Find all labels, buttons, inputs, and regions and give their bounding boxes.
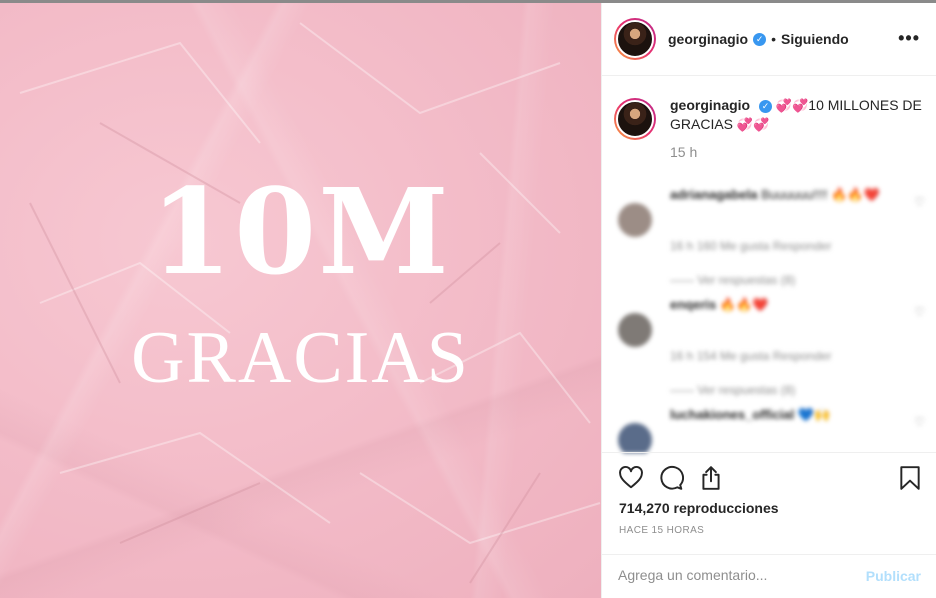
post-actions: 714,270 reproducciones HACE 15 HORAS Pub… [602, 452, 936, 598]
commenter-username[interactable]: luchakiones_official [670, 407, 794, 422]
comment-line: enqeris 🔥🔥❤️ [670, 297, 768, 313]
comment-like-icon[interactable]: ♡ [914, 415, 925, 429]
views-count[interactable]: 714,270 reproducciones [619, 500, 779, 516]
comment-meta[interactable]: 16 h 160 Me gusta Responder [670, 239, 831, 253]
author-avatar[interactable] [614, 18, 656, 60]
comment-emoji: 🔥🔥❤️ [831, 187, 880, 202]
commenter-avatar[interactable] [618, 203, 652, 237]
caption-avatar[interactable] [614, 98, 656, 140]
caption-hearts-after: 💞💞 [736, 117, 770, 132]
comment-emoji: 💙🙌 [797, 407, 831, 422]
comment-icon[interactable] [658, 465, 684, 491]
heart-icon[interactable] [618, 465, 644, 491]
publish-button[interactable]: Publicar [866, 568, 921, 584]
comment-line: adrianagabela Buuuuuu!!!! 🔥🔥❤️ [670, 187, 880, 203]
separator-dot: • [771, 31, 777, 47]
comment-line: luchakiones_official 💙🙌 [670, 407, 830, 423]
caption-username[interactable]: georginagio [670, 97, 750, 113]
comment-item: enqeris 🔥🔥❤️ 16 h 154 Me gusta Responder… [602, 291, 936, 401]
headline-number: 10M [150, 162, 451, 301]
share-icon[interactable] [698, 465, 724, 491]
action-icons [618, 465, 724, 491]
comment-item: luchakiones_official 💙🙌 ♡ [602, 401, 936, 453]
commenter-avatar[interactable] [618, 313, 652, 347]
comment-emoji: 🔥🔥❤️ [719, 297, 769, 312]
headline-word: GRACIAS [131, 317, 470, 399]
caption-timestamp[interactable]: 15 h [670, 144, 922, 160]
comment-text: Buuuuuu!!!! [761, 187, 828, 202]
post-time-ago[interactable]: HACE 15 HORAS [619, 525, 704, 536]
comment-meta[interactable]: 16 h 154 Me gusta Responder [670, 349, 831, 363]
post-header: georginagio ✓ • Siguiendo ••• [602, 3, 936, 76]
commenter-username[interactable]: enqeris [670, 297, 716, 312]
view-replies-link[interactable]: —— Ver respuestas (8) [670, 273, 795, 287]
comment-like-icon[interactable]: ♡ [914, 305, 925, 319]
view-replies-link[interactable]: —— Ver respuestas (8) [670, 383, 795, 397]
comment-item: adrianagabela Buuuuuu!!!! 🔥🔥❤️ 16 h 160 … [602, 181, 936, 291]
commenter-avatar[interactable] [618, 423, 652, 453]
caption-hearts-before: 💞💞 [775, 98, 809, 113]
verified-badge-icon: ✓ [759, 99, 773, 113]
commenter-username[interactable]: adrianagabela [670, 187, 757, 202]
author-username[interactable]: georginagio [668, 31, 748, 47]
caption-body: georginagio ✓ 💞💞10 MILLONES DE GRACIAS 💞… [670, 96, 922, 134]
comments-list[interactable]: adrianagabela Buuuuuu!!!! 🔥🔥❤️ 16 h 160 … [602, 181, 936, 453]
verified-badge-icon: ✓ [753, 32, 767, 46]
post-caption: georginagio ✓ 💞💞10 MILLONES DE GRACIAS 💞… [602, 76, 936, 180]
comment-form: Publicar [602, 554, 936, 598]
bookmark-icon[interactable] [897, 465, 923, 491]
post-media[interactable]: 10M GRACIAS [0, 3, 601, 598]
comment-input[interactable] [618, 567, 848, 583]
following-button[interactable]: Siguiendo [781, 31, 849, 47]
more-options-icon[interactable]: ••• [898, 28, 920, 49]
post-side-panel: georginagio ✓ • Siguiendo ••• georginagi… [601, 3, 936, 598]
comment-like-icon[interactable]: ♡ [914, 195, 925, 209]
